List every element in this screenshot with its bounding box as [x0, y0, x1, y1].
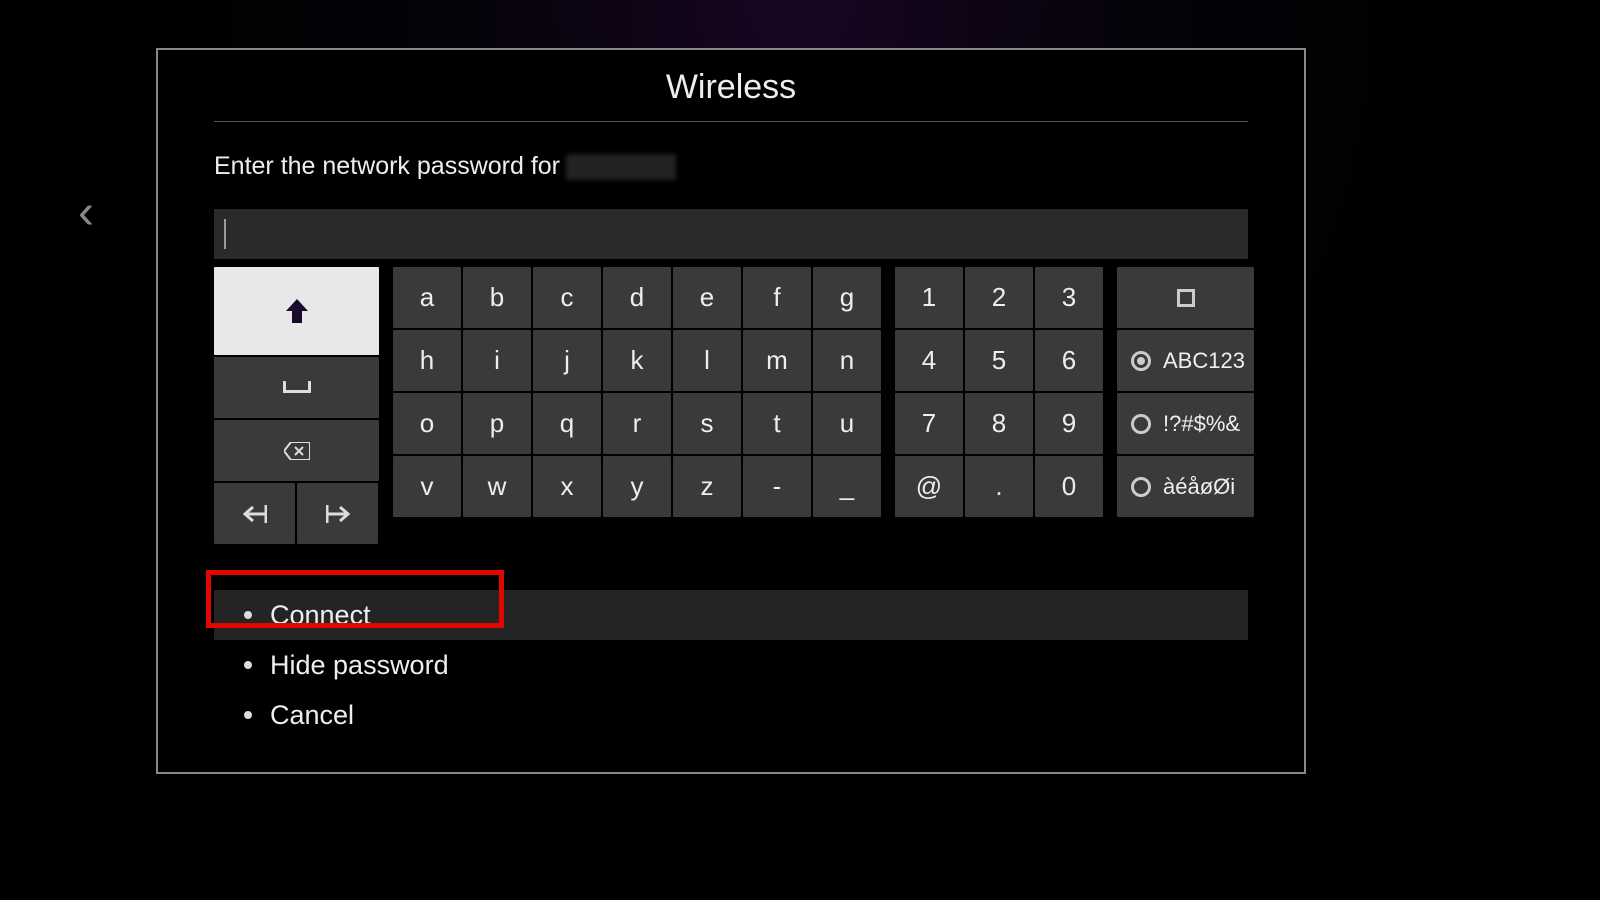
- connect-label: Connect: [270, 600, 371, 631]
- key-mode-alnum[interactable]: ABC123: [1117, 330, 1254, 391]
- key-y[interactable]: y: [603, 456, 671, 517]
- key-mode-symbols[interactable]: !?#$%&: [1117, 393, 1254, 454]
- key-shift[interactable]: [214, 267, 379, 355]
- backspace-icon: [284, 442, 310, 460]
- key-l[interactable]: l: [673, 330, 741, 391]
- key-6[interactable]: 6: [1035, 330, 1103, 391]
- key-1[interactable]: 1: [895, 267, 963, 328]
- key-h[interactable]: h: [393, 330, 461, 391]
- kbd-control-column: [214, 267, 379, 544]
- key-o[interactable]: o: [393, 393, 461, 454]
- key-z[interactable]: z: [673, 456, 741, 517]
- key-i[interactable]: i: [463, 330, 531, 391]
- radio-off-icon: [1131, 477, 1151, 497]
- key-c[interactable]: c: [533, 267, 601, 328]
- kbd-mode-column: ABC123 !?#$%& àéåøØi: [1117, 267, 1254, 544]
- key-at[interactable]: @: [895, 456, 963, 517]
- key-p[interactable]: p: [463, 393, 531, 454]
- dialog-title: Wireless: [214, 68, 1248, 122]
- key-mode-intl[interactable]: àéåøØi: [1117, 456, 1254, 517]
- hide-password-button[interactable]: Hide password: [214, 640, 1248, 690]
- cursor-right-icon: [326, 505, 350, 523]
- shift-arrow-icon: [286, 299, 308, 323]
- bullet-icon: [244, 711, 252, 719]
- key-f[interactable]: f: [743, 267, 811, 328]
- space-icon: [283, 381, 311, 395]
- password-input[interactable]: [214, 209, 1248, 259]
- text-cursor-icon: [224, 219, 226, 249]
- key-w[interactable]: w: [463, 456, 531, 517]
- key-g[interactable]: g: [813, 267, 881, 328]
- cancel-button[interactable]: Cancel: [214, 690, 1248, 740]
- key-hyphen[interactable]: -: [743, 456, 811, 517]
- key-5[interactable]: 5: [965, 330, 1033, 391]
- back-chevron-icon: ‹: [78, 185, 94, 240]
- onscreen-keyboard: abcdefg hijklmn opqrstu vwxyz-_ 123 456 …: [214, 267, 1248, 544]
- key-space[interactable]: [214, 357, 379, 418]
- key-mode-caps[interactable]: [1117, 267, 1254, 328]
- wireless-password-dialog: Wireless Enter the network password for: [156, 48, 1306, 774]
- key-8[interactable]: 8: [965, 393, 1033, 454]
- key-r[interactable]: r: [603, 393, 671, 454]
- mode-alnum-label: ABC123: [1163, 348, 1245, 374]
- mode-intl-label: àéåøØi: [1163, 474, 1235, 500]
- key-k[interactable]: k: [603, 330, 671, 391]
- key-j[interactable]: j: [533, 330, 601, 391]
- key-d[interactable]: d: [603, 267, 671, 328]
- connect-button[interactable]: Connect: [214, 590, 1248, 640]
- key-v[interactable]: v: [393, 456, 461, 517]
- key-cursor-right[interactable]: [297, 483, 378, 544]
- key-underscore[interactable]: _: [813, 456, 881, 517]
- key-9[interactable]: 9: [1035, 393, 1103, 454]
- prompt-text: Enter the network password for: [214, 152, 560, 181]
- ssid-redacted: [566, 154, 676, 180]
- square-shift-icon: [1177, 289, 1195, 307]
- kbd-num-column: 123 456 789 @.0: [895, 267, 1103, 544]
- kbd-alpha-column: abcdefg hijklmn opqrstu vwxyz-_: [393, 267, 881, 544]
- key-m[interactable]: m: [743, 330, 811, 391]
- key-period[interactable]: .: [965, 456, 1033, 517]
- radio-on-icon: [1131, 351, 1151, 371]
- bullet-icon: [244, 661, 252, 669]
- password-prompt: Enter the network password for: [214, 152, 1248, 181]
- key-s[interactable]: s: [673, 393, 741, 454]
- key-b[interactable]: b: [463, 267, 531, 328]
- cursor-left-icon: [243, 505, 267, 523]
- key-e[interactable]: e: [673, 267, 741, 328]
- key-n[interactable]: n: [813, 330, 881, 391]
- key-7[interactable]: 7: [895, 393, 963, 454]
- key-backspace[interactable]: [214, 420, 379, 481]
- bullet-icon: [244, 611, 252, 619]
- key-4[interactable]: 4: [895, 330, 963, 391]
- key-3[interactable]: 3: [1035, 267, 1103, 328]
- key-0[interactable]: 0: [1035, 456, 1103, 517]
- key-cursor-left[interactable]: [214, 483, 295, 544]
- key-a[interactable]: a: [393, 267, 461, 328]
- dialog-actions: Connect Hide password Cancel: [214, 590, 1248, 740]
- key-x[interactable]: x: [533, 456, 601, 517]
- key-t[interactable]: t: [743, 393, 811, 454]
- key-2[interactable]: 2: [965, 267, 1033, 328]
- mode-symbols-label: !?#$%&: [1163, 411, 1240, 437]
- cancel-label: Cancel: [270, 700, 354, 731]
- hide-label: Hide password: [270, 650, 449, 681]
- key-q[interactable]: q: [533, 393, 601, 454]
- key-u[interactable]: u: [813, 393, 881, 454]
- radio-off-icon: [1131, 414, 1151, 434]
